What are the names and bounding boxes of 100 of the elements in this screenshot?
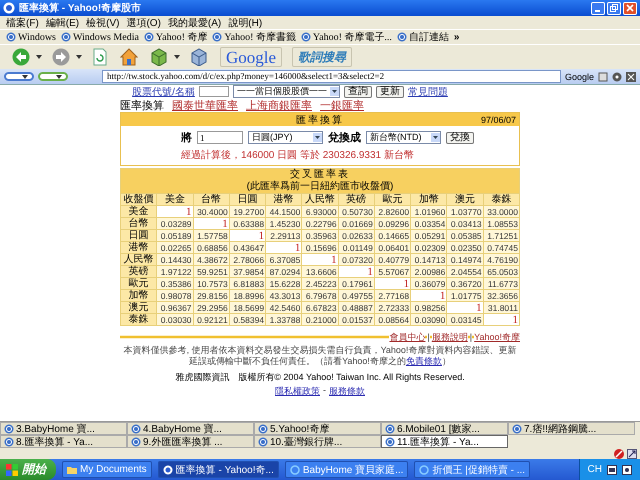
minimize-button[interactable] <box>591 2 605 14</box>
more-links-button[interactable]: » <box>454 32 460 42</box>
nav-link[interactable]: 一銀匯率 <box>320 98 364 112</box>
favorite-link[interactable]: Windows <box>6 32 56 42</box>
convert-to-label: 兌換成 <box>328 130 361 145</box>
browser-icon <box>3 2 15 14</box>
home-icon <box>120 48 138 66</box>
nav-link[interactable]: 上海商銀匯率 <box>246 98 312 112</box>
policy-link[interactable]: 服務條款 <box>329 385 365 398</box>
to-currency-dropdown[interactable]: 新台幣(NTD) <box>366 131 441 144</box>
policy-link[interactable]: 隱私權政策 <box>275 385 320 398</box>
search-button[interactable]: 更新 <box>376 86 404 98</box>
row-header: 日圓 <box>120 230 157 242</box>
taskbar-button[interactable]: 匯率換算 - Yahoo!奇... <box>158 461 279 478</box>
window-title: 匯率換算 - Yahoo!奇摩股市 <box>19 1 142 15</box>
globe-icon <box>6 32 16 42</box>
row-header: 美金 <box>120 206 157 218</box>
home-button[interactable] <box>118 46 140 68</box>
search-button[interactable]: 查詢 <box>344 86 372 98</box>
result-text: 經過計算後，146000 日圓 等於 230326.9331 新台幣 <box>181 148 415 162</box>
browser-tab[interactable]: 11.匯率換算 - Ya... <box>381 435 508 448</box>
close-button[interactable] <box>623 2 637 14</box>
cube-icon <box>150 48 168 66</box>
row-header: 台幣 <box>120 218 157 230</box>
favorite-link[interactable]: Yahoo! 奇摩電子... <box>300 30 392 44</box>
menu-item[interactable]: 說明(H) <box>228 16 262 30</box>
disclaimer-link[interactable]: 免責條款 <box>406 356 442 366</box>
stop-icon[interactable] <box>614 448 624 458</box>
menu-item[interactable]: 編輯(E) <box>46 16 80 30</box>
google-button[interactable]: Google <box>220 47 282 67</box>
browser-tab[interactable]: 6.Mobile01 [數家... <box>381 422 508 435</box>
menu-item[interactable]: 我的最愛(A) <box>168 16 222 30</box>
globe-icon <box>512 424 522 434</box>
column-header: 港幣 <box>266 194 302 206</box>
browser-tab[interactable]: 10.臺灣銀行牌... <box>254 435 381 448</box>
row-header: 人民幣 <box>120 254 157 266</box>
menu-item[interactable]: 檔案(F) <box>6 16 39 30</box>
column-header: 英磅 <box>338 194 374 206</box>
table-title: 交叉匯率表 <box>289 169 351 180</box>
favorite-link[interactable]: Yahoo! 奇摩 <box>144 30 208 44</box>
footer-link[interactable]: Yahoo!奇摩 <box>474 330 520 344</box>
globe-icon <box>212 32 222 42</box>
stock-code-link[interactable]: 股票代號/名稱 <box>132 84 195 98</box>
browser-icon <box>290 464 300 474</box>
menu-item[interactable]: 檢視(V) <box>86 16 120 30</box>
page-heading: 匯率換算 <box>120 98 164 112</box>
caret-icon[interactable] <box>174 55 180 59</box>
convert-button[interactable]: 兌換 <box>446 132 474 144</box>
caret-icon <box>22 74 28 78</box>
nav-link[interactable]: 國泰世華匯率 <box>172 98 238 112</box>
close-icon[interactable] <box>626 72 636 82</box>
table-subtitle: (此匯率爲前一日紐約匯市收盤價) <box>246 181 394 193</box>
taskbar-button[interactable]: My Documents <box>62 461 152 478</box>
browser-tab[interactable]: 7.痞!!網路鋼騰... <box>508 422 635 435</box>
row-header: 歐元 <box>120 278 157 290</box>
quote-dropdown[interactable]: 一一當日個股股價一一 <box>232 85 340 98</box>
restore-icon <box>610 4 618 12</box>
favorite-link[interactable]: Windows Media <box>60 32 139 42</box>
favorite-link[interactable]: Yahoo! 奇摩書籤 <box>212 30 296 44</box>
row-header: 港幣 <box>120 242 157 254</box>
separator: | <box>427 332 430 342</box>
resize-icon[interactable] <box>627 448 637 458</box>
corner-header: 收盤價 <box>120 194 157 206</box>
dropdown-button[interactable] <box>4 72 34 81</box>
folder-icon <box>67 464 77 474</box>
stock-code-field[interactable] <box>198 86 229 97</box>
globe-icon <box>300 32 311 42</box>
caret-icon[interactable] <box>76 55 82 59</box>
taskbar-button[interactable]: BabyHome 寶貝家庭... <box>284 461 408 478</box>
amount-label: 將 <box>181 130 192 145</box>
footer-link[interactable]: 會員中心 <box>389 330 426 344</box>
footer-link[interactable]: 服務說明 <box>432 330 468 344</box>
amount-field[interactable]: 1 <box>197 131 243 144</box>
browser-tab[interactable]: 5.Yahoo!奇摩 <box>254 422 381 435</box>
faq-link[interactable]: 常見問題 <box>408 84 448 98</box>
menu-item[interactable]: 選項(O) <box>126 16 161 30</box>
restore-button[interactable] <box>607 2 621 14</box>
favorite-link[interactable]: 自訂連結 <box>396 30 449 44</box>
dropdown-button[interactable] <box>38 72 68 81</box>
caret-icon[interactable] <box>36 55 42 59</box>
copyright-text: 雅虎國際資訊 版權所有© 2004 Yahoo! Taiwan Inc. All Rights Reserved. <box>175 371 465 384</box>
search-engine-label: Google <box>564 72 594 82</box>
globe-icon <box>60 32 71 42</box>
browser-tab[interactable]: 3.BabyHome 寶... <box>0 422 127 435</box>
cube-icon <box>190 48 208 66</box>
refresh-icon <box>92 48 108 66</box>
from-currency-dropdown[interactable]: 日圓(JPY) <box>248 131 323 144</box>
caret-icon <box>330 87 339 96</box>
row-header: 加幣 <box>120 290 157 302</box>
date-text: 97/06/07 <box>480 114 516 124</box>
taskbar-button[interactable]: 折價王 |促銷特賣 - ... <box>414 461 530 478</box>
lyrics-search-button[interactable]: 歌詞搜尋 <box>292 47 352 67</box>
column-header: 美金 <box>156 194 194 206</box>
browser-tab[interactable]: 9.外匯匯率換算 ... <box>127 435 254 448</box>
browser-tab[interactable]: 4.BabyHome 寶... <box>127 422 254 435</box>
disclaimer-text: 本資料僅供參考, 使用者依本資料交易發生交易損失需自行負責，Yahoo!奇摩對資料內容錯誤、更新延誤或傳輸中斷不負任何責任。（請看Yahoo!奇摩之的免責條款） <box>122 345 518 367</box>
separator: | <box>470 332 472 342</box>
browser-tab[interactable]: 8.匯率換算 - Ya... <box>0 435 127 448</box>
address-field[interactable]: http://tw.stock.yahoo.com/d/c/ex.php?money=146000&select1=3&select2=2 <box>102 70 561 83</box>
caret-icon <box>56 74 62 78</box>
